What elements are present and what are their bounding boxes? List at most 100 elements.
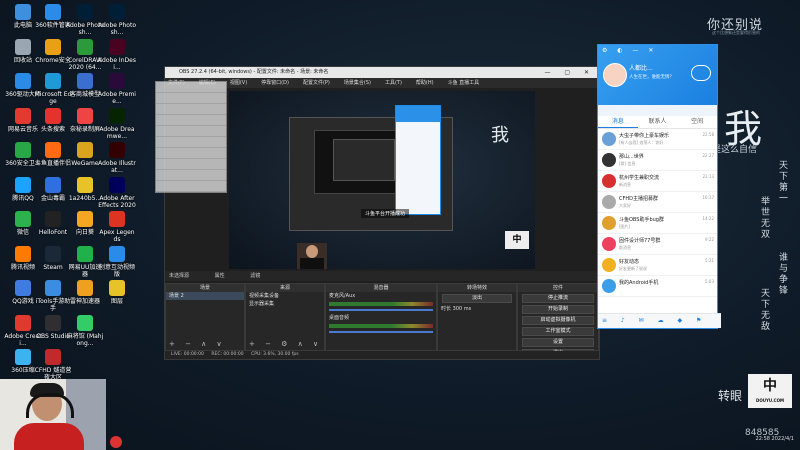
conversation-item[interactable]: 好友动态 好友更新了说说 5:21 <box>598 255 717 276</box>
menu-item[interactable]: 帮助(H) <box>416 80 434 86</box>
qq-signature[interactable]: 人生在世，谁能无情？ <box>629 74 674 80</box>
desktop-icon[interactable]: CFHD 燧道营 夜大区 <box>34 349 72 381</box>
source-item[interactable]: 视频采集设备 <box>246 292 324 300</box>
audio-meter <box>329 302 433 306</box>
avatar <box>602 258 616 272</box>
app-icon <box>77 38 93 55</box>
conversation-preview: 好友更新了说说 <box>619 266 647 271</box>
conversation-item[interactable]: CFHD主播招募群 大家好 16:37 <box>598 192 717 213</box>
tab-messages[interactable]: 消息 <box>598 116 638 128</box>
desktop-icon-label: Adobe Illustrat... <box>98 160 136 174</box>
obs-titlebar[interactable]: OBS 27.2.4 (64-bit, windows) - 配置文件: 未命名… <box>165 67 599 78</box>
source-tools[interactable]: + − ⚙ ∧ ∨ <box>249 340 322 348</box>
douyu-logo: 中 DOUYU.COM <box>748 374 792 408</box>
desktop-icon-label: Apex Legends <box>99 229 135 243</box>
conversation-list: 大虫子带你上豪车娱乐 [有人@我] 浪荡人：你好 22:58 那山...世界 [群] 信… <box>598 129 717 297</box>
menu-item[interactable]: 停靠窗口(D) <box>261 80 289 86</box>
system-tray[interactable]: 22:58 2022/4/1 <box>654 432 794 446</box>
desktop-icon[interactable]: Adobe Illustrat... <box>98 142 136 174</box>
qq-nickname[interactable]: 人都比... <box>629 63 653 72</box>
preview-webcam <box>297 243 327 269</box>
obs-menubar: 文件(F)编辑(E)视图(V)停靠窗口(D)配置文件(P)场景集合(S)工具(T… <box>165 78 599 88</box>
file-menu-dropdown[interactable] <box>155 81 227 193</box>
menu-item[interactable]: 视图(V) <box>230 80 247 86</box>
start-icon[interactable] <box>110 436 122 448</box>
qq-footer-toolbar[interactable]: ≡ ♪ ✉ ☁ ◆ ⚑ <box>598 313 721 328</box>
desktop-icon[interactable]: Adobe Dreamwe... <box>98 107 136 140</box>
conversation-time: 14:22 <box>702 216 714 221</box>
scene-item[interactable]: 场景 2 <box>166 292 244 300</box>
desktop-icon-label: Adobe Dreamwe... <box>99 125 135 140</box>
conversation-preview: 群消息 <box>619 245 631 250</box>
menu-item[interactable]: 工具(T) <box>385 80 402 86</box>
preview-qq-window <box>395 105 441 215</box>
app-icon <box>77 245 93 262</box>
avatar[interactable] <box>603 63 627 87</box>
conversation-item[interactable]: 大虫子带你上豪车娱乐 [有人@我] 浪荡人：你好 22:58 <box>598 129 717 150</box>
desktop-icon[interactable]: Adobe InDesi... <box>98 38 136 71</box>
settings-button[interactable]: 设置 <box>522 338 594 347</box>
start-recording-button[interactable]: 开始录制 <box>522 305 594 314</box>
scene-tools[interactable]: + − ∧ ∨ <box>169 340 226 348</box>
window-controls[interactable]: — ▢ ✕ <box>544 67 595 78</box>
no-source-label: 未选择源 <box>169 273 190 279</box>
transitions-header: 转场特效 <box>438 284 516 292</box>
weather-icon[interactable] <box>691 65 711 81</box>
tab-contacts[interactable]: 联系人 <box>638 116 678 128</box>
volume-slider[interactable] <box>329 309 433 311</box>
app-icon <box>15 314 31 331</box>
app-icon <box>109 280 125 296</box>
desktop-background: 此电脑 回收站 360驱动大师 网易云音乐 360安全卫士 腾讯QQ 微信 腾讯视频 QQ游戏 A… <box>0 0 800 450</box>
properties-button[interactable]: 属性 <box>215 273 225 279</box>
conversation-item[interactable]: 那山...世界 [群] 信息 22:27 <box>598 150 717 171</box>
tab-space[interactable]: 空间 <box>677 116 717 128</box>
desktop-icon[interactable]: Adobe Photosh... <box>98 4 136 36</box>
avatar <box>602 195 616 209</box>
studio-mode-button[interactable]: 工作室模式 <box>522 327 594 336</box>
filters-button[interactable]: 滤镜 <box>250 273 260 279</box>
virtual-camera-button[interactable]: 启动虚拟摄像机 <box>522 316 594 325</box>
desktop-icon[interactable]: Adobe Premie... <box>98 73 136 105</box>
app-icon <box>45 245 61 262</box>
obs-preview[interactable]: 我 中 斗鱼平台开播成功 <box>229 91 535 269</box>
app-icon <box>15 211 31 227</box>
app-icon <box>109 107 125 124</box>
volume-slider[interactable] <box>329 331 433 333</box>
conversation-preview: [有人@我] 浪荡人：你好 <box>619 140 664 145</box>
desktop-icon[interactable]: 麻将馆 (Mahjong... <box>66 314 104 347</box>
transition-select[interactable]: 淡出 <box>442 294 512 303</box>
stop-streaming-button[interactable]: 停止推流 <box>522 294 594 303</box>
search-input[interactable] <box>598 105 717 116</box>
qq-tabs: 消息 联系人 空间 <box>598 116 717 129</box>
desktop-icon[interactable]: 创意互动视频版 <box>98 245 136 278</box>
obs-window[interactable]: OBS 27.2.4 (64-bit, windows) - 配置文件: 未命名… <box>155 66 600 360</box>
conversation-item[interactable]: 固件设计师77号群 群消息 9:22 <box>598 234 717 255</box>
qq-window[interactable]: ⚙ ◐ — ✕ 人都比... 人生在世，谁能无情？ 消息 联系人 空间 大虫子带… <box>597 44 721 329</box>
conversation-item[interactable]: 我的Android手机 5:03 <box>598 276 717 297</box>
tray-date: 2022/4/1 <box>771 436 794 442</box>
source-item[interactable]: 显示器采集 <box>246 300 324 308</box>
app-icon <box>15 245 31 262</box>
preview-nested-obs-2 <box>333 139 395 181</box>
desktop-icon-label: Adobe Photosh... <box>98 22 137 36</box>
conversation-time: 22:13 <box>702 174 714 179</box>
duration-field[interactable]: 时长 300 ms <box>438 305 516 313</box>
desktop-icon[interactable]: Apex Legends <box>98 211 136 243</box>
qq-titlebar-icons[interactable]: ⚙ ◐ — ✕ <box>602 47 657 54</box>
app-icon <box>109 142 125 158</box>
obs-statusbar: LIVE: 00:00:00 REC: 00:00:00 CPU: 3.6%, … <box>165 351 599 359</box>
menu-item[interactable]: 斗鱼 直播工具 <box>448 80 480 86</box>
avatar <box>602 216 616 230</box>
app-icon <box>15 142 31 158</box>
menu-item[interactable]: 配置文件(P) <box>303 80 330 86</box>
conversation-item[interactable]: 杭州学生兼职交流 新消息 22:13 <box>598 171 717 192</box>
menu-item[interactable]: 场景集合(S) <box>344 80 371 86</box>
app-icon <box>109 176 125 193</box>
desktop-icon[interactable]: 图层 <box>98 280 136 305</box>
conversation-time: 5:03 <box>705 279 714 284</box>
desktop-icon[interactable]: Adobe After Effects 2020 <box>98 176 136 209</box>
app-icon <box>77 176 93 193</box>
transitions-dock: 转场特效 淡出 时长 300 ms <box>437 283 517 351</box>
conversation-item[interactable]: 斗鱼OBS助手bug群 [图片] 14:22 <box>598 213 717 234</box>
conversation-time: 22:58 <box>702 132 714 137</box>
